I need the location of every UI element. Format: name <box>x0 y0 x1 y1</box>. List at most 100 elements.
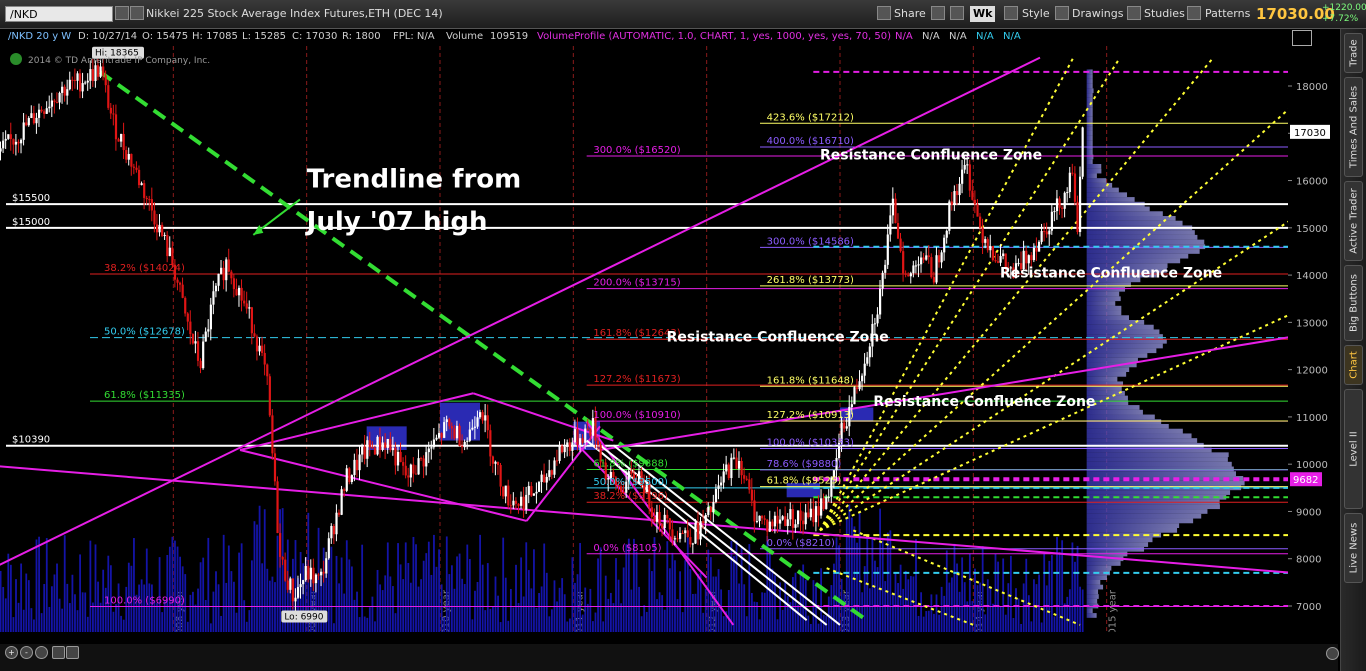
candle-body <box>302 580 305 585</box>
volume-bar <box>253 521 256 644</box>
volume-profile-label[interactable]: VolumeProfile (AUTOMATIC, 1.0, CHART, 1,… <box>537 31 891 42</box>
candle-body <box>932 277 936 283</box>
volume-bar <box>79 554 81 644</box>
candle-body <box>325 558 328 574</box>
candle-body <box>396 451 400 466</box>
candle-body <box>655 512 659 522</box>
candle-body <box>668 518 671 530</box>
crosshair-icon[interactable] <box>931 6 945 20</box>
tab-trade[interactable]: Trade <box>1344 33 1363 73</box>
candle-body <box>507 485 510 506</box>
candle-body <box>771 521 774 527</box>
volume-profile-bar <box>1086 258 1181 264</box>
na-label: N/A <box>1003 31 1021 42</box>
volume-bar <box>35 539 38 644</box>
candle-body <box>527 486 530 495</box>
candle-body <box>858 381 861 390</box>
candle-body <box>0 148 2 152</box>
share-icon[interactable] <box>877 6 891 20</box>
share-button[interactable]: Share <box>894 6 926 22</box>
candle-body <box>555 460 559 462</box>
wrench-icon[interactable] <box>950 6 964 20</box>
candle-body <box>499 465 502 487</box>
volume-bar <box>881 540 884 644</box>
volume-profile-bar <box>1086 192 1128 198</box>
hand-icon[interactable] <box>52 646 65 659</box>
drawings-button[interactable]: Drawings <box>1072 6 1123 22</box>
zoom-out-icon[interactable]: - <box>20 646 33 659</box>
candle-body <box>1063 192 1066 209</box>
settings-icon[interactable] <box>1326 647 1339 660</box>
candle-body <box>317 574 320 576</box>
y-tick-label: 9000 <box>1296 507 1321 518</box>
symbol-link-icon[interactable] <box>130 6 144 20</box>
fit-icon[interactable] <box>35 646 48 659</box>
volume-bar <box>89 540 92 644</box>
tab-level-ii[interactable]: Level II <box>1344 389 1363 509</box>
date-value: D: 10/27/14 <box>78 31 138 42</box>
tab-times-and-sales[interactable]: Times And Sales <box>1344 77 1363 177</box>
candle-body <box>879 288 882 315</box>
price-chart[interactable]: 2006 year2008 year2009 year2010 year2011… <box>0 46 1338 644</box>
candle-body <box>312 567 315 584</box>
candle-body <box>766 519 769 532</box>
candle-body <box>2 140 5 149</box>
volume-bar <box>994 553 997 644</box>
volume-profile-bar <box>1086 504 1220 510</box>
candle-body <box>294 597 297 602</box>
tab-live-news[interactable]: Live News <box>1344 513 1363 583</box>
studies-button[interactable]: Studies <box>1144 6 1185 22</box>
volume-bar <box>525 542 528 644</box>
candle-body <box>753 500 756 522</box>
style-icon[interactable] <box>1004 6 1018 20</box>
candle-body <box>176 279 179 283</box>
patterns-button[interactable]: Patterns <box>1205 6 1250 22</box>
candle-body <box>120 133 123 142</box>
volume-bar <box>240 543 243 644</box>
tab-active-trader[interactable]: Active Trader <box>1344 181 1363 261</box>
candle-body <box>881 272 884 289</box>
candle-body <box>658 512 661 525</box>
candle-body <box>1061 207 1064 209</box>
patterns-icon[interactable] <box>1187 6 1201 20</box>
candle-body <box>550 470 553 475</box>
drawing-tool-icon[interactable] <box>1292 30 1312 46</box>
candle-body <box>353 459 356 476</box>
studies-icon[interactable] <box>1127 6 1141 20</box>
low-value: L: 15285 <box>242 31 286 42</box>
volume-bar <box>889 530 892 644</box>
volume-profile-bar <box>1086 230 1195 235</box>
tab-big-buttons[interactable]: Big Buttons <box>1344 265 1363 341</box>
candle-body <box>689 537 692 545</box>
period-label[interactable]: /NKD 20 y W <box>8 31 71 42</box>
candle-body <box>491 456 495 464</box>
aggregation-button[interactable]: Wk <box>970 6 996 22</box>
candle-body <box>1076 201 1079 232</box>
candle-body <box>968 164 971 191</box>
style-button[interactable]: Style <box>1022 6 1050 22</box>
symbol-dropdown-icon[interactable] <box>115 6 129 20</box>
volume-profile-bar <box>1086 575 1107 580</box>
symbol-input[interactable]: /NKD <box>5 6 113 22</box>
candle-body <box>309 567 312 580</box>
zoom-in-icon[interactable]: + <box>5 646 18 659</box>
candle-body <box>761 515 764 519</box>
volume-profile-bar <box>1086 433 1192 439</box>
tab-chart[interactable]: Chart <box>1344 345 1363 385</box>
y-tick-label: 16000 <box>1296 177 1328 188</box>
candle-body <box>1053 211 1056 213</box>
candle-body <box>922 257 925 260</box>
volume-profile-bar <box>1086 74 1093 79</box>
fib-level-left-label: 100.0% ($6990) <box>104 595 185 606</box>
candle-body <box>535 491 538 494</box>
candle-body <box>955 191 959 196</box>
candle-body <box>855 387 859 390</box>
candle-body <box>58 92 61 103</box>
info-icon[interactable] <box>10 53 22 65</box>
candle-body <box>140 183 143 186</box>
pan-icon[interactable] <box>66 646 79 659</box>
fib-level-left-label: 50.0% ($12678) <box>104 327 185 338</box>
drawings-icon[interactable] <box>1055 6 1069 20</box>
volume-profile-bar <box>1086 112 1093 117</box>
candle-body <box>676 538 679 540</box>
